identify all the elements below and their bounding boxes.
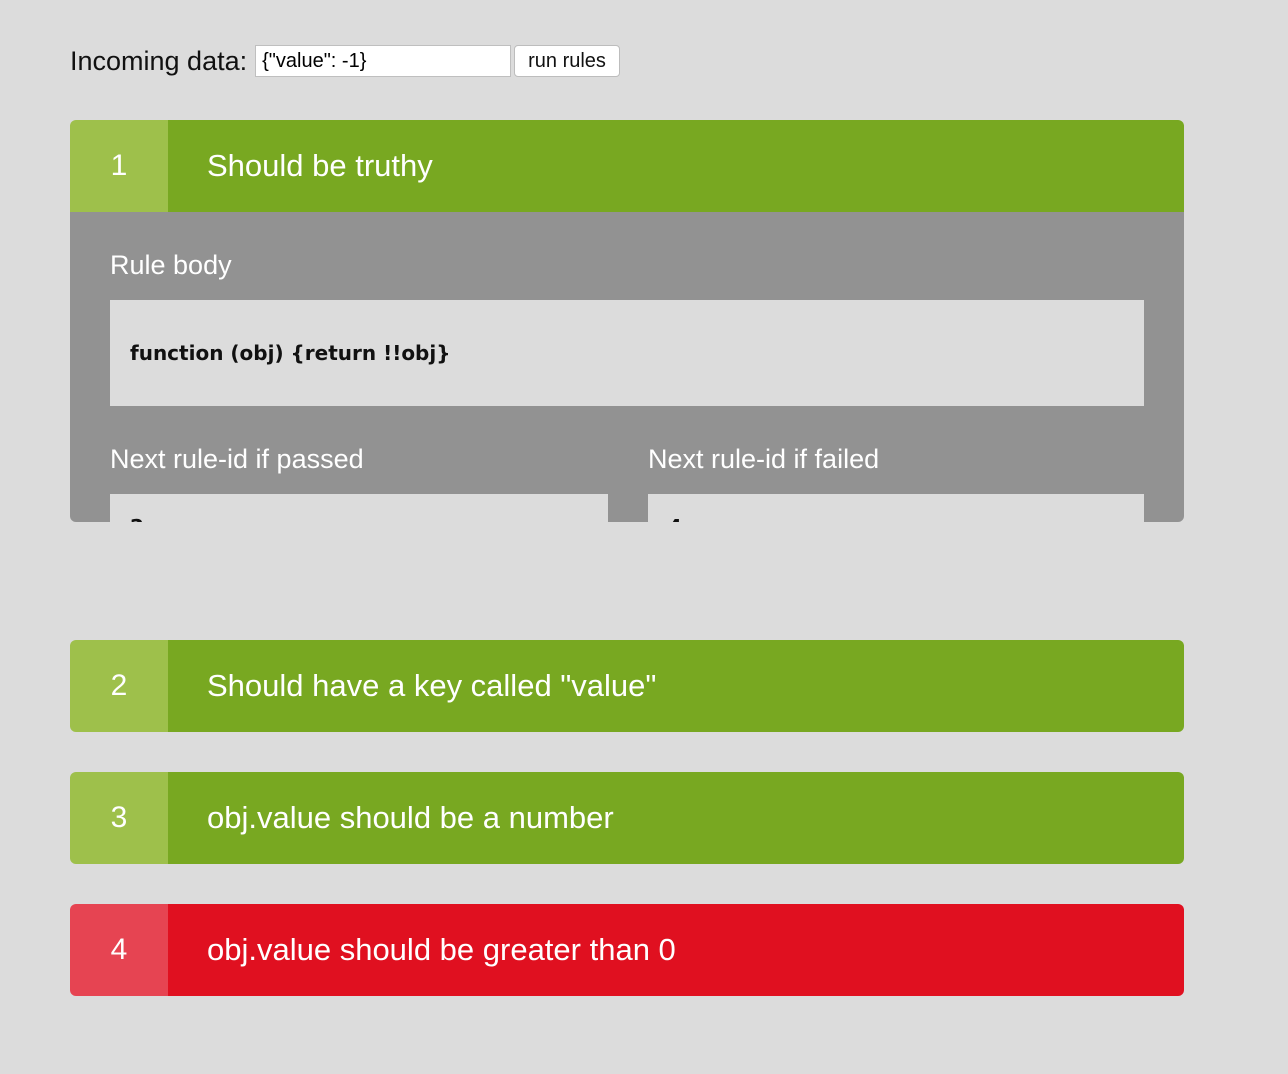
rule-header-3[interactable]: 3 obj.value should be a number — [70, 772, 1184, 864]
rule-title: Should have a key called "value" — [168, 640, 1184, 732]
incoming-data-input[interactable] — [255, 45, 512, 77]
incoming-data-toolbar: Incoming data: run rules — [70, 42, 620, 80]
rule-number: 2 — [70, 640, 168, 732]
rule-card-2: 2 Should have a key called "value" — [70, 640, 1184, 732]
rule-title: obj.value should be a number — [168, 772, 1184, 864]
incoming-data-label: Incoming data: — [70, 45, 248, 76]
rule-title: Should be truthy — [168, 120, 1184, 212]
next-if-passed-field[interactable]: 2 — [110, 494, 608, 522]
rule-number: 4 — [70, 904, 168, 996]
next-if-failed-label: Next rule-id if failed — [648, 444, 880, 474]
rule-details-1: Rule body function (obj) {return !!obj} … — [70, 212, 1184, 522]
rule-card-4: 4 obj.value should be greater than 0 — [70, 904, 1184, 996]
run-rules-button[interactable]: run rules — [514, 45, 620, 77]
rule-number: 3 — [70, 772, 168, 864]
next-if-failed-field[interactable]: 4 — [648, 494, 1144, 522]
rule-card-3: 3 obj.value should be a number — [70, 772, 1184, 864]
rule-header-2[interactable]: 2 Should have a key called "value" — [70, 640, 1184, 732]
rule-body-label: Rule body — [110, 250, 232, 280]
rule-body-field[interactable]: function (obj) {return !!obj} — [110, 300, 1144, 406]
rule-header-1[interactable]: 1 Should be truthy — [70, 120, 1184, 212]
rule-number: 1 — [70, 120, 168, 212]
rule-card-1: 1 Should be truthy Rule body function (o… — [70, 120, 1184, 522]
rule-header-4[interactable]: 4 obj.value should be greater than 0 — [70, 904, 1184, 996]
rule-title: obj.value should be greater than 0 — [168, 904, 1184, 996]
next-if-passed-label: Next rule-id if passed — [110, 444, 364, 474]
